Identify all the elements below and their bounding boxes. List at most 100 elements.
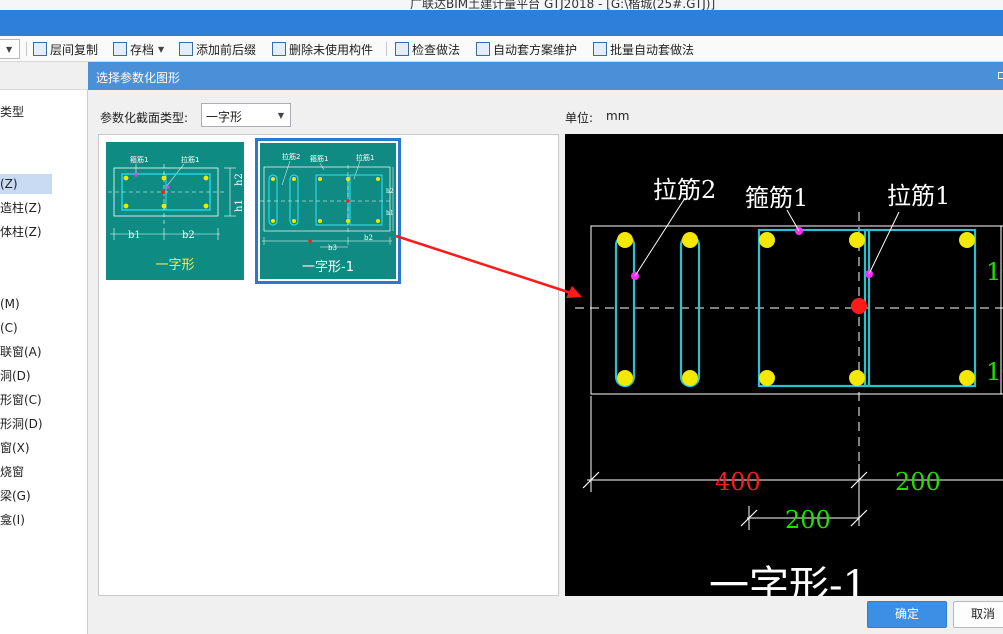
- toolbar-separator: [386, 42, 387, 56]
- corner-bar: [682, 232, 698, 248]
- section-type-select[interactable]: 一字形 ▼: [201, 103, 291, 127]
- batch-auto-button[interactable]: 批量自动套做法: [593, 40, 694, 58]
- shape-preview-drawing: 拉筋2 箍筋1 拉筋1 400 200 200 10 10 一字形-1: [575, 176, 1003, 596]
- check-method-icon: [395, 42, 409, 56]
- thumbnail-name: 一字形: [155, 258, 195, 273]
- dim-b-right: 200: [895, 468, 941, 496]
- thumb-dim-h2: h2: [234, 173, 244, 186]
- component-tree-header: [0, 62, 88, 90]
- shape-preview: 拉筋2 箍筋1 拉筋1 400 200 200 10 10 一字形-1: [565, 134, 1003, 596]
- batch-auto-icon: [593, 42, 607, 56]
- tree-item[interactable]: 窗(X): [0, 438, 52, 458]
- shape-thumbnail-2[interactable]: 拉筋2 箍筋1 拉筋1 b2 b3 h2 h1 一字形-1: [255, 138, 401, 284]
- corner-bar: [617, 370, 633, 386]
- select-parametric-dialog: 选择参数化图形 参数化截面类型: 一字形 ▼ 单位: mm 箍筋1 拉筋1 b1…: [88, 62, 1003, 634]
- dialog-title: 选择参数化图形: [96, 71, 181, 85]
- thumb-center-point: [161, 190, 165, 194]
- thumb-dim-b3: b3: [328, 244, 337, 252]
- tree-item[interactable]: 类型: [0, 102, 52, 122]
- thumb-label-tie: 拉筋1: [181, 155, 199, 164]
- tree-item[interactable]: 形洞(D): [0, 414, 52, 434]
- thumb-dim-b2: b2: [182, 230, 195, 241]
- corner-bar: [849, 370, 865, 386]
- thumb-corner-bar: [161, 175, 167, 181]
- ribbon-bar: [0, 10, 1003, 36]
- window-titlebar: 广联达BIM土建计量平台 GTJ2018 - [G:\楷城(25#.GTJ)]: [0, 0, 1003, 10]
- corner-bar: [759, 370, 775, 386]
- corner-bar: [759, 232, 775, 248]
- main-toolbar: ▼ 层间复制 存档 ▼ 添加前后缀 删除未使用构件 检查做法 自动套方案维护 批量…: [0, 36, 1003, 62]
- cancel-button[interactable]: 取消: [953, 601, 1003, 628]
- tree-item[interactable]: 体柱(Z): [0, 222, 52, 242]
- section-type-label: 参数化截面类型:: [100, 111, 189, 125]
- unit-label: 单位:: [565, 111, 594, 125]
- thumb-corner-bar: [123, 203, 129, 209]
- tree-item[interactable]: (C): [0, 318, 52, 338]
- tree-item[interactable]: 烧窗: [0, 462, 52, 482]
- dim-h-top: 10: [986, 258, 1003, 286]
- section-center-point: [851, 298, 867, 314]
- delete-unused-icon: [272, 42, 286, 56]
- shape-thumbnail-1[interactable]: 箍筋1 拉筋1 b1 b2 h2 h1 一字形: [102, 138, 248, 284]
- tie-bar-2: [614, 234, 636, 388]
- tree-item[interactable]: 形窗(C): [0, 390, 52, 410]
- thumb-corner-bar: [161, 203, 167, 209]
- thumb-corner-bar: [123, 175, 129, 181]
- floor-select[interactable]: ▼: [0, 39, 20, 59]
- toolbar-separator: [26, 42, 27, 56]
- thumb-dim-h2: h2: [386, 188, 394, 195]
- thumb-center-point: [346, 199, 350, 203]
- thumb-dim-h1: h1: [386, 210, 394, 217]
- dim-b-mid: 200: [785, 506, 831, 534]
- thumb-label-tie1: 拉筋1: [356, 153, 374, 162]
- copy-floor-icon: [33, 42, 47, 56]
- tree-item[interactable]: 洞(D): [0, 366, 52, 386]
- auto-scheme-button[interactable]: 自动套方案维护: [476, 40, 577, 58]
- dim-b-left: 400: [715, 468, 761, 496]
- tree-item[interactable]: (Z): [0, 174, 52, 194]
- tree-item[interactable]: (M): [0, 294, 52, 314]
- shape-gallery: 箍筋1 拉筋1 b1 b2 h2 h1 一字形 拉筋2 箍筋1 拉筋1 b2 b…: [98, 134, 559, 596]
- auto-scheme-icon: [476, 42, 490, 56]
- thumb-outline: [263, 166, 391, 232]
- thumb-dim-b1: b1: [128, 230, 141, 241]
- section-outline: [590, 225, 1002, 395]
- section-type-value: 一字形: [206, 110, 243, 124]
- preview-shape-name: 一字形-1: [709, 563, 868, 596]
- tree-item[interactable]: 造柱(Z): [0, 198, 52, 218]
- thumb-dim-b2: b2: [364, 234, 373, 242]
- corner-bar: [682, 370, 698, 386]
- corner-bar: [617, 232, 633, 248]
- archive-button[interactable]: 存档 ▼: [113, 40, 164, 58]
- thumbnail-name: 一字形-1: [302, 260, 354, 275]
- copy-floor-button[interactable]: 层间复制: [33, 40, 98, 58]
- tree-item[interactable]: 龛(I): [0, 510, 52, 530]
- shape-thumbnail-image: 箍筋1 拉筋1 b1 b2 h2 h1 一字形: [106, 142, 244, 280]
- chevron-down-icon: ▼: [277, 111, 284, 120]
- corner-bar: [959, 232, 975, 248]
- tree-item[interactable]: 梁(G): [0, 486, 52, 506]
- maximize-icon[interactable]: [998, 72, 1003, 79]
- thumb-label-stirrup: 箍筋1: [310, 154, 328, 163]
- window-title: 广联达BIM土建计量平台 GTJ2018 - [G:\楷城(25#.GTJ)]: [410, 0, 716, 10]
- thumb-corner-bar: [203, 175, 209, 181]
- label-stirrup-1: 箍筋1: [745, 184, 808, 212]
- unit-value: mm: [606, 109, 630, 123]
- add-prefix-button[interactable]: 添加前后缀: [179, 40, 256, 58]
- thumb-dim-h1: h1: [234, 199, 244, 212]
- thumb-label-stirrup: 箍筋1: [130, 155, 148, 164]
- label-tie-2: 拉筋2: [653, 176, 716, 204]
- chevron-down-icon: ▼: [6, 45, 13, 54]
- tree-item[interactable]: 联窗(A): [0, 342, 52, 362]
- component-tree: 类型 (Z) 造柱(Z) 体柱(Z) (M) (C) 联窗(A) 洞(D) 形窗…: [0, 62, 88, 634]
- check-method-button[interactable]: 检查做法: [395, 40, 460, 58]
- corner-bar: [849, 232, 865, 248]
- tie-bar-2: [679, 234, 701, 388]
- shape-thumbnail-image: 拉筋2 箍筋1 拉筋1 b2 b3 h2 h1 一字形-1: [260, 143, 396, 279]
- thumb-label-tie2: 拉筋2: [282, 152, 300, 161]
- archive-icon: [113, 42, 127, 56]
- delete-unused-button[interactable]: 删除未使用构件: [272, 40, 373, 58]
- ok-button[interactable]: 确定: [867, 601, 947, 628]
- thumb-corner-bar: [203, 203, 209, 209]
- dim-h-bottom: 10: [986, 358, 1003, 386]
